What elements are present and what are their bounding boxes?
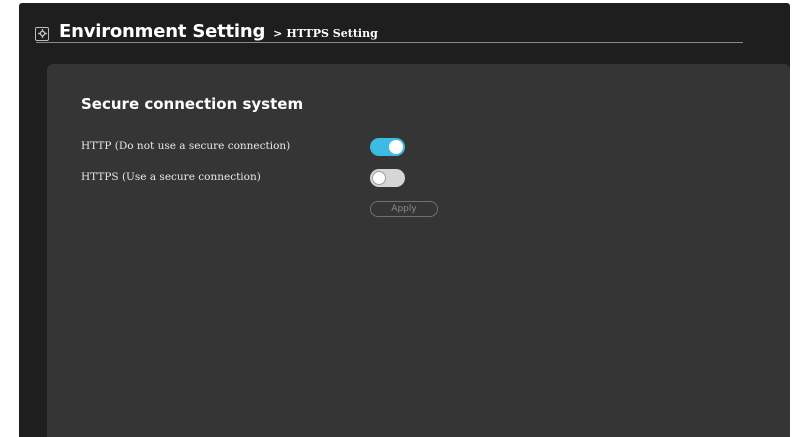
page-title: Environment Setting — [59, 21, 266, 42]
toggle-knob — [372, 171, 386, 185]
http-toggle[interactable] — [370, 138, 405, 156]
page-header: Environment Setting > HTTPS Setting — [35, 21, 378, 42]
toggle-knob — [389, 140, 403, 154]
section-title: Secure connection system — [81, 95, 304, 113]
header-divider — [36, 42, 743, 43]
breadcrumb-separator: > — [273, 27, 283, 40]
settings-icon — [35, 26, 49, 41]
settings-window: Environment Setting > HTTPS Setting Secu… — [19, 3, 790, 437]
apply-button[interactable]: Apply — [370, 201, 438, 217]
https-toggle[interactable] — [370, 169, 405, 187]
https-option-label: HTTPS (Use a secure connection) — [81, 171, 261, 183]
settings-panel: Secure connection system HTTP (Do not us… — [47, 64, 790, 437]
http-option-label: HTTP (Do not use a secure connection) — [81, 140, 291, 152]
breadcrumb: HTTPS Setting — [286, 27, 378, 40]
